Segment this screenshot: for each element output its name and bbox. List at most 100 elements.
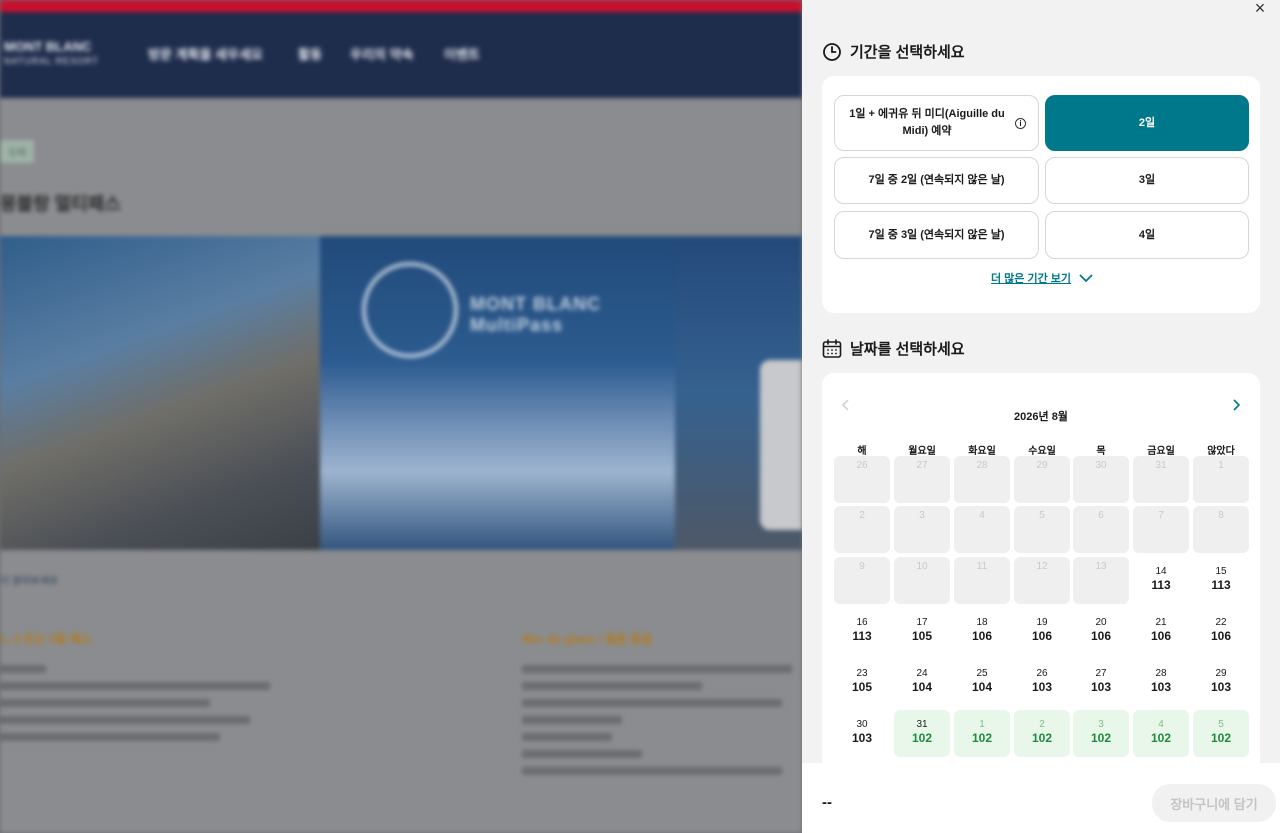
weekday-label: 해	[857, 446, 867, 457]
top-red-bar	[0, 0, 802, 12]
calendar-day: 6	[1073, 506, 1129, 553]
calendar-day: 11	[954, 557, 1010, 604]
calendar-day[interactable]: 24 104	[894, 659, 950, 706]
duration-options-card: 1일 + 에귀유 뒤 미디(Aiguille du Midi) 예약 i 2일 …	[822, 76, 1260, 313]
calendar-day[interactable]: 25 104	[954, 659, 1010, 706]
day-price: 103	[1031, 680, 1053, 694]
weekday-label: 않았다	[1207, 446, 1235, 457]
day-number: 11	[976, 561, 988, 572]
day-number: 14	[1155, 566, 1167, 577]
duration-option-label: 1일 + 에귀유 뒤 미디(Aiguille du Midi) 예약	[849, 108, 1005, 137]
duration-heading-text: 기간을 선택하세요	[850, 44, 965, 61]
duration-option-label: 7일 중 2일 (연속되지 않은 날)	[868, 174, 1005, 186]
duration-option-label: 4일	[1138, 228, 1156, 241]
calendar-day: 28	[954, 456, 1010, 503]
calendar-day: 1	[1193, 456, 1249, 503]
calendar-day: 8	[1193, 506, 1249, 553]
col1-title: 1, 2 또는 3일 패스	[0, 632, 92, 646]
site-nav: MONT BLANC NATURAL RESORT 방문 계획을 세우세요 활동…	[0, 12, 802, 98]
calendar-day[interactable]: 1 102	[954, 710, 1010, 757]
booking-drawer: × 기간을 선택하세요 1일 + 에귀유 뒤 미디(Aiguille du Mi…	[802, 0, 1280, 833]
duration-option-label: 7일 중 3일 (연속되지 않은 날)	[868, 228, 1005, 241]
day-number: 31	[916, 719, 928, 730]
weekday-label: 수요일	[1028, 446, 1056, 457]
calendar-day: 2	[834, 506, 890, 553]
calendar-day[interactable]: 21 106	[1133, 608, 1189, 655]
calendar-day[interactable]: 28 103	[1133, 659, 1189, 706]
day-price: 113	[1211, 578, 1231, 592]
offer-badge: 오퍼	[0, 140, 35, 163]
calendar-day[interactable]: 20 106	[1073, 608, 1129, 655]
calendar-day[interactable]: 29 103	[1193, 659, 1249, 706]
day-number: 12	[1036, 561, 1048, 572]
site-logo: MONT BLANC NATURAL RESORT	[4, 40, 99, 68]
nav-item-commitment: 우리의 약속	[350, 47, 414, 62]
duration-option-3of7days[interactable]: 7일 중 3일 (연속되지 않은 날)	[834, 211, 1039, 259]
calendar-icon	[822, 338, 842, 358]
calendar-day[interactable]: 16 113	[834, 608, 890, 655]
duration-option-4days[interactable]: 4일	[1045, 211, 1249, 259]
total-price: --	[822, 794, 832, 811]
day-price: 103	[1210, 680, 1232, 694]
duration-option-label: 2일	[1138, 116, 1156, 129]
day-number: 16	[856, 617, 868, 628]
weekday-label: 목	[1096, 446, 1106, 457]
day-price: 103	[851, 731, 873, 745]
calendar-day[interactable]: 3 102	[1073, 710, 1129, 757]
calendar-day[interactable]: 22 106	[1193, 608, 1249, 655]
day-price: 102	[1090, 731, 1112, 745]
day-price: 106	[971, 629, 993, 643]
calendar-day[interactable]: 23 105	[834, 659, 890, 706]
date-heading-text: 날짜를 선택하세요	[850, 341, 965, 358]
calendar-day[interactable]: 18 106	[954, 608, 1010, 655]
day-price: 106	[1150, 629, 1172, 643]
day-number: 1	[979, 719, 985, 730]
day-number: 29	[1215, 668, 1227, 679]
day-number: 2	[1039, 719, 1045, 730]
day-number: 3	[1098, 719, 1104, 730]
calendar-day[interactable]: 17 105	[894, 608, 950, 655]
calendar-day[interactable]: 30 103	[834, 710, 890, 757]
add-to-cart-button[interactable]: 장바구니에 담기	[1152, 784, 1276, 822]
calendar-day: 29	[1014, 456, 1070, 503]
nav-item-events: 이벤트	[444, 47, 480, 62]
day-number: 9	[859, 561, 865, 572]
calendar-day[interactable]: 31 102	[894, 710, 950, 757]
calendar-day: 30	[1073, 456, 1129, 503]
day-number: 29	[1036, 460, 1048, 471]
col2-title: Mer de glace / 얼음 동굴	[522, 632, 653, 646]
day-price: 106	[1210, 629, 1232, 643]
day-number: 28	[1155, 668, 1167, 679]
day-number: 20	[1095, 617, 1107, 628]
calendar-day[interactable]: 15 113	[1193, 557, 1249, 604]
calendar-day[interactable]: 19 106	[1014, 608, 1070, 655]
duration-option-3days[interactable]: 3일	[1045, 157, 1249, 204]
day-number: 27	[916, 460, 928, 471]
calendar-day[interactable]: 4 102	[1133, 710, 1189, 757]
info-icon[interactable]: i	[1015, 117, 1026, 129]
day-price: 102	[1031, 731, 1053, 745]
background-page: MONT BLANC NATURAL RESORT 방문 계획을 세우세요 활동…	[0, 0, 802, 833]
day-number: 6	[1098, 510, 1104, 521]
calendar-day[interactable]: 14 113	[1133, 557, 1189, 604]
day-price: 113	[852, 629, 872, 643]
calendar-day[interactable]: 2 102	[1014, 710, 1070, 757]
duration-option-1day-aiguille[interactable]: 1일 + 에귀유 뒤 미디(Aiguille du Midi) 예약 i	[834, 95, 1039, 151]
weekday-label: 금요일	[1147, 446, 1175, 457]
calendar-day[interactable]: 27 103	[1073, 659, 1129, 706]
duration-option-2days[interactable]: 2일	[1045, 95, 1249, 151]
more-durations-link[interactable]: 더 많은 기간 보기	[991, 270, 1093, 286]
hero-image-multipass: MONT BLANC MultiPass	[320, 236, 675, 550]
day-price: 105	[851, 680, 873, 694]
background-title: 몽블랑 멀티패스	[0, 194, 121, 214]
multipass-emblem-text: MONT BLANC MultiPass	[470, 294, 601, 335]
calendar-day[interactable]: 26 103	[1014, 659, 1070, 706]
day-price: 104	[911, 680, 933, 694]
calendar-day[interactable]: 5 102	[1193, 710, 1249, 757]
day-price: 102	[1210, 731, 1232, 745]
close-icon[interactable]: ×	[1251, 0, 1269, 18]
duration-option-2of7days[interactable]: 7일 중 2일 (연속되지 않은 날)	[834, 157, 1039, 204]
day-price: 106	[1090, 629, 1112, 643]
day-number: 8	[1218, 510, 1224, 521]
day-number: 30	[856, 719, 868, 730]
